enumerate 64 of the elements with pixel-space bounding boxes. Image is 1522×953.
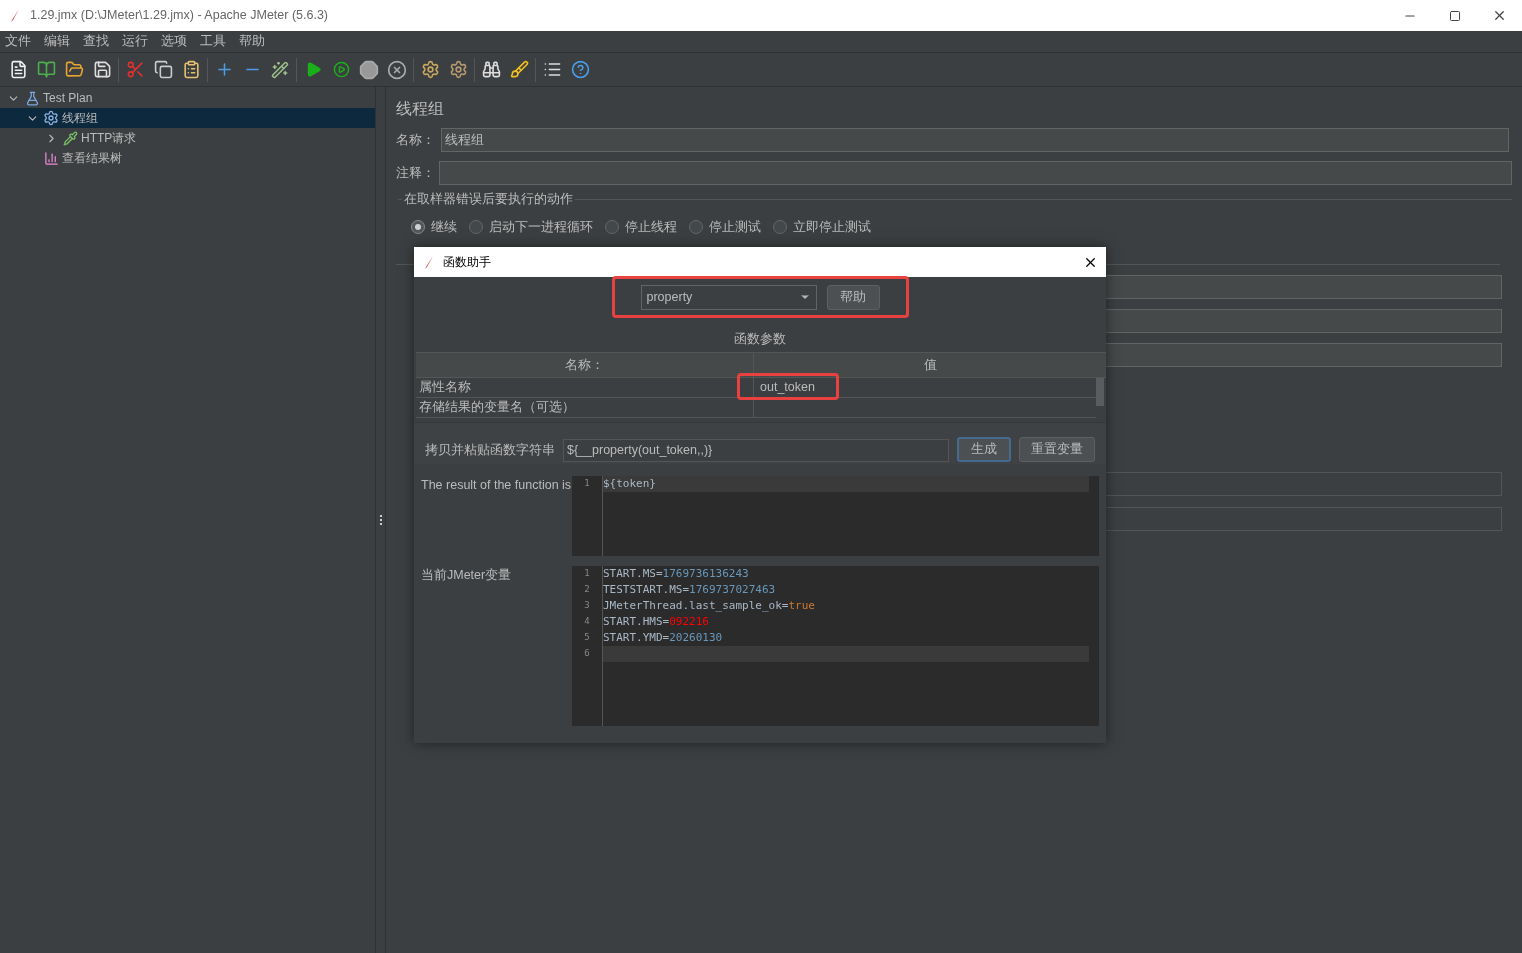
radio-button[interactable] [469, 220, 483, 235]
code-line: JMeterThread.last_sample_ok=true [603, 598, 816, 614]
field-label: 拷贝并粘贴函数字符串 [425, 442, 555, 460]
chart-icon [43, 150, 59, 166]
menu-item[interactable]: 帮助 [239, 32, 265, 51]
line-number: 5 [584, 631, 590, 645]
window-title: 1.29.jmx (D:\JMeter\1.29.jmx) - Apache JMeter (5.6.3) [30, 7, 329, 25]
field-label: 注释： [396, 164, 436, 182]
line-number: 3 [584, 599, 590, 613]
code-line: START.MS=1769736136243 [603, 566, 750, 582]
tree-item[interactable]: Test Plan [43, 89, 93, 107]
tree-item[interactable]: HTTP请求 [81, 129, 137, 147]
code-editor[interactable]: 1 ${token} [572, 476, 1099, 556]
menu-item[interactable]: 文件 [5, 32, 31, 51]
menu-item[interactable]: 工具 [200, 32, 226, 51]
code-line: START.HMS=092216 [603, 614, 710, 630]
splitter-handle-icon[interactable] [379, 515, 382, 525]
line-number: 1 [584, 567, 590, 581]
flask-icon [24, 90, 40, 106]
code-editor[interactable]: 1 2 3 4 5 6 START.MS=1769736136243 TESTSTART.MS=1769737027463 JMeterThread.last_sample_ok=true START.HMS=092216 START.YMD=20260130 [572, 566, 1099, 726]
menu-item[interactable]: 编辑 [44, 32, 70, 51]
menu-item[interactable]: 选项 [161, 32, 187, 51]
table-cell-text: 存储结果的变量名（可选） [419, 399, 575, 417]
radio-label[interactable]: 停止测试 [709, 218, 761, 237]
pipette-icon [62, 130, 78, 146]
dialog-title: 函数助手 [443, 254, 491, 271]
menu-item[interactable]: 运行 [122, 32, 148, 51]
field-label: 当前JMeter变量 [421, 568, 512, 582]
line-number: 4 [584, 615, 590, 629]
field-label: 名称： [396, 131, 436, 149]
radio-button[interactable] [773, 220, 787, 235]
line-number: 2 [584, 583, 590, 597]
radio-button[interactable] [689, 220, 703, 235]
radio-label[interactable]: 立即停止测试 [793, 218, 871, 237]
gear-icon [43, 110, 59, 126]
radio-button[interactable] [605, 220, 619, 235]
column-header[interactable]: 值 [923, 355, 937, 375]
radio-label[interactable]: 继续 [431, 218, 457, 237]
group-title: 在取样器错误后要执行的动作 [403, 190, 574, 208]
radio-button[interactable] [411, 220, 425, 235]
menu-item[interactable]: 查找 [83, 32, 109, 51]
code-line: TESTSTART.MS=1769737027463 [603, 582, 777, 598]
radio-label[interactable]: 停止线程 [625, 218, 677, 237]
tree-item[interactable]: 线程组 [62, 109, 98, 127]
help-button[interactable]: 帮助 [826, 284, 880, 310]
generate-button[interactable]: 生成 [957, 437, 1011, 462]
feather-icon [10, 8, 20, 23]
scrollbar-icon[interactable] [1096, 378, 1104, 406]
radio-label[interactable]: 启动下一进程循环 [489, 218, 593, 237]
reset-button[interactable]: 重置变量 [1019, 437, 1095, 462]
line-number: 1 [584, 477, 590, 491]
column-header[interactable]: 名称： [565, 355, 604, 375]
section-title: 函数参数 [733, 331, 787, 347]
input-field[interactable] [439, 161, 1512, 185]
function-dropdown[interactable]: property [640, 284, 817, 310]
input-field[interactable]: 线程组 [441, 128, 1509, 152]
table-cell-text: out_token [760, 379, 815, 397]
input-field[interactable]: ${__property(out_token,,)} [563, 439, 949, 462]
line-number: 6 [584, 647, 590, 661]
code-line: START.YMD=20260130 [603, 630, 724, 646]
tree-item[interactable]: 查看结果树 [62, 149, 122, 167]
panel-title: 线程组 [396, 99, 445, 119]
field-label: The result of the function is [421, 478, 572, 492]
table-cell-text: 属性名称 [419, 379, 471, 397]
